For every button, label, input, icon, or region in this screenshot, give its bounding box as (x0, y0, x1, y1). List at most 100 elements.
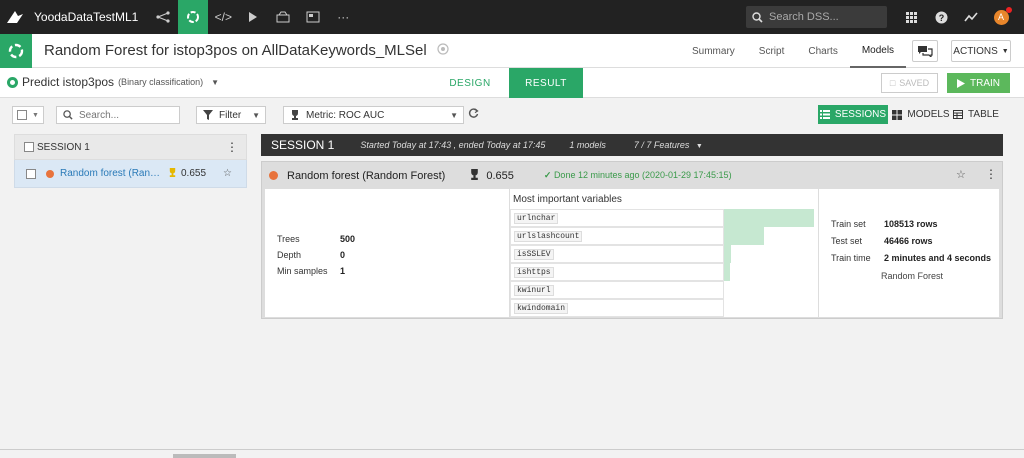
analysis-subbar: Predict istop3pos (Binary classification… (0, 68, 1024, 98)
actions-dropdown[interactable]: ACTIONS ▼ (951, 40, 1011, 62)
tab-script[interactable]: Script (747, 34, 797, 68)
global-search-input[interactable] (769, 11, 879, 23)
model-card: Random forest (Random Forest) 0.655 ✓ Do… (261, 161, 1003, 319)
footer-tab[interactable] (173, 454, 236, 458)
model-status-dot (269, 171, 278, 180)
session-checkbox[interactable] (24, 142, 34, 152)
table-label: TABLE (968, 109, 999, 120)
importance-bar (724, 263, 730, 281)
view-models-button[interactable]: MODELS (892, 105, 950, 124)
metric-select[interactable]: Metric: ROC AUC ▼ (283, 106, 464, 124)
importance-bar (724, 209, 814, 227)
train-button[interactable]: TRAIN (947, 73, 1010, 93)
kebab-menu-icon[interactable]: ⋮ (226, 140, 238, 154)
actions-label: ACTIONS (953, 45, 998, 57)
model-status-text: Done 12 minutes ago (2020-01-29 17:45:15… (553, 170, 732, 180)
saved-button[interactable]: □ SAVED (881, 73, 938, 93)
param-value: 0 (340, 250, 346, 260)
avatar: A (993, 6, 1012, 25)
caret-down-icon: ▼ (32, 111, 39, 119)
session-features[interactable]: 7 / 7 Features ▼ (634, 140, 703, 150)
filter-icon (203, 110, 213, 120)
model-card-header: Random forest (Random Forest) 0.655 ✓ Do… (262, 162, 1002, 189)
train-row: Train time 2 minutes and 4 seconds (831, 249, 999, 266)
model-score: 0.655 (486, 169, 514, 182)
star-icon[interactable]: ☆ (223, 168, 232, 179)
footer-divider (0, 449, 1024, 450)
models-search-input[interactable] (79, 109, 169, 121)
train-label: Train time (831, 252, 871, 263)
select-all-checkbox[interactable] (17, 110, 27, 120)
param-label: Min samples (277, 266, 328, 276)
code-icon[interactable]: </> (208, 0, 238, 34)
activity-trend-icon[interactable] (956, 0, 986, 34)
chat-icon (918, 46, 933, 57)
model-name[interactable]: Random forest (Random Forest) (287, 170, 445, 182)
train-label: Test set (831, 235, 863, 246)
tab-charts[interactable]: Charts (796, 34, 849, 68)
lab-icon[interactable] (178, 0, 209, 34)
saved-label: SAVED (899, 78, 930, 88)
view-table-button[interactable]: TABLE (953, 105, 999, 124)
search-icon (752, 11, 763, 23)
list-icon (819, 110, 830, 119)
run-icon[interactable] (238, 0, 268, 34)
star-icon[interactable]: ☆ (956, 168, 966, 181)
train-label: TRAIN (970, 77, 1000, 89)
features-label: 7 / 7 Features (633, 140, 690, 150)
variable-name: kwinurl (514, 284, 554, 296)
project-name[interactable]: YoodaDataTestML1 (30, 10, 148, 24)
tab-models[interactable]: Models (849, 34, 907, 68)
train-info: Train set 108513 rows Test set 46466 row… (831, 215, 999, 282)
train-row: Test set 46466 rows (831, 232, 999, 249)
select-all-dropdown[interactable]: ▼ (12, 106, 44, 124)
models-toolbar: ▼ Filter ▼ Metric: ROC AUC ▼ SESSIONS MO… (0, 98, 1024, 134)
top-navbar: YoodaDataTestML1 </> ··· ? A (0, 0, 1024, 34)
trophy-icon (292, 110, 298, 120)
predict-label: Predict istop3pos (22, 75, 115, 89)
variable-name-cell: urlslashcount (510, 227, 724, 245)
models-search[interactable] (56, 106, 180, 124)
param-row: Min samples 1 (277, 263, 355, 279)
sessions-label: SESSIONS (834, 109, 887, 120)
tab-design[interactable]: DESIGN (440, 68, 500, 98)
save-icon: □ (889, 78, 896, 88)
prediction-selector[interactable]: Predict istop3pos (Binary classification… (6, 75, 219, 89)
dashboard-icon[interactable] (298, 0, 328, 34)
more-icon[interactable]: ··· (328, 0, 358, 34)
apps-grid-icon[interactable] (896, 0, 926, 34)
kebab-menu-icon[interactable]: ⋮ (985, 167, 997, 181)
user-menu[interactable]: A (986, 0, 1016, 34)
tab-summary[interactable]: Summary (680, 34, 747, 68)
view-sessions-button[interactable]: SESSIONS (818, 105, 888, 124)
notebook-icon[interactable] (268, 0, 298, 34)
table-icon (953, 110, 964, 119)
play-icon (957, 78, 965, 88)
dss-logo-icon[interactable] (0, 0, 30, 34)
tab-result[interactable]: RESULT (509, 68, 583, 98)
model-checkbox[interactable] (26, 168, 36, 179)
list-item[interactable]: Random forest (Random Forest) 0.655 ☆ (14, 160, 247, 188)
discussions-button[interactable] (912, 40, 938, 62)
train-value: 46466 rows (884, 235, 933, 246)
caret-down-icon: ▼ (252, 110, 260, 120)
importance-bar (724, 227, 764, 245)
trophy-icon (168, 167, 177, 180)
prediction-type: (Binary classification) (118, 77, 204, 87)
filter-dropdown[interactable]: Filter ▼ (196, 106, 266, 124)
help-icon[interactable]: ? (926, 0, 956, 34)
filter-label: Filter (219, 109, 242, 121)
refresh-icon[interactable] (468, 108, 479, 122)
variable-name-cell: kwinurl (510, 281, 724, 299)
session-label: SESSION 1 (37, 141, 90, 153)
variable-name-cell: isSSLEV (510, 245, 724, 263)
variable-row: ishttps (510, 263, 818, 281)
flow-icon[interactable] (148, 0, 178, 34)
model-link[interactable]: Random forest (Random Forest) (60, 168, 162, 179)
info-icon[interactable] (437, 43, 449, 58)
object-title-bar: Random Forest for istop3pos on AllDataKe… (0, 33, 1024, 68)
global-search[interactable] (746, 6, 887, 28)
search-icon (63, 110, 73, 120)
caret-down-icon: ▼ (211, 77, 220, 87)
param-row: Depth 0 (277, 247, 355, 263)
